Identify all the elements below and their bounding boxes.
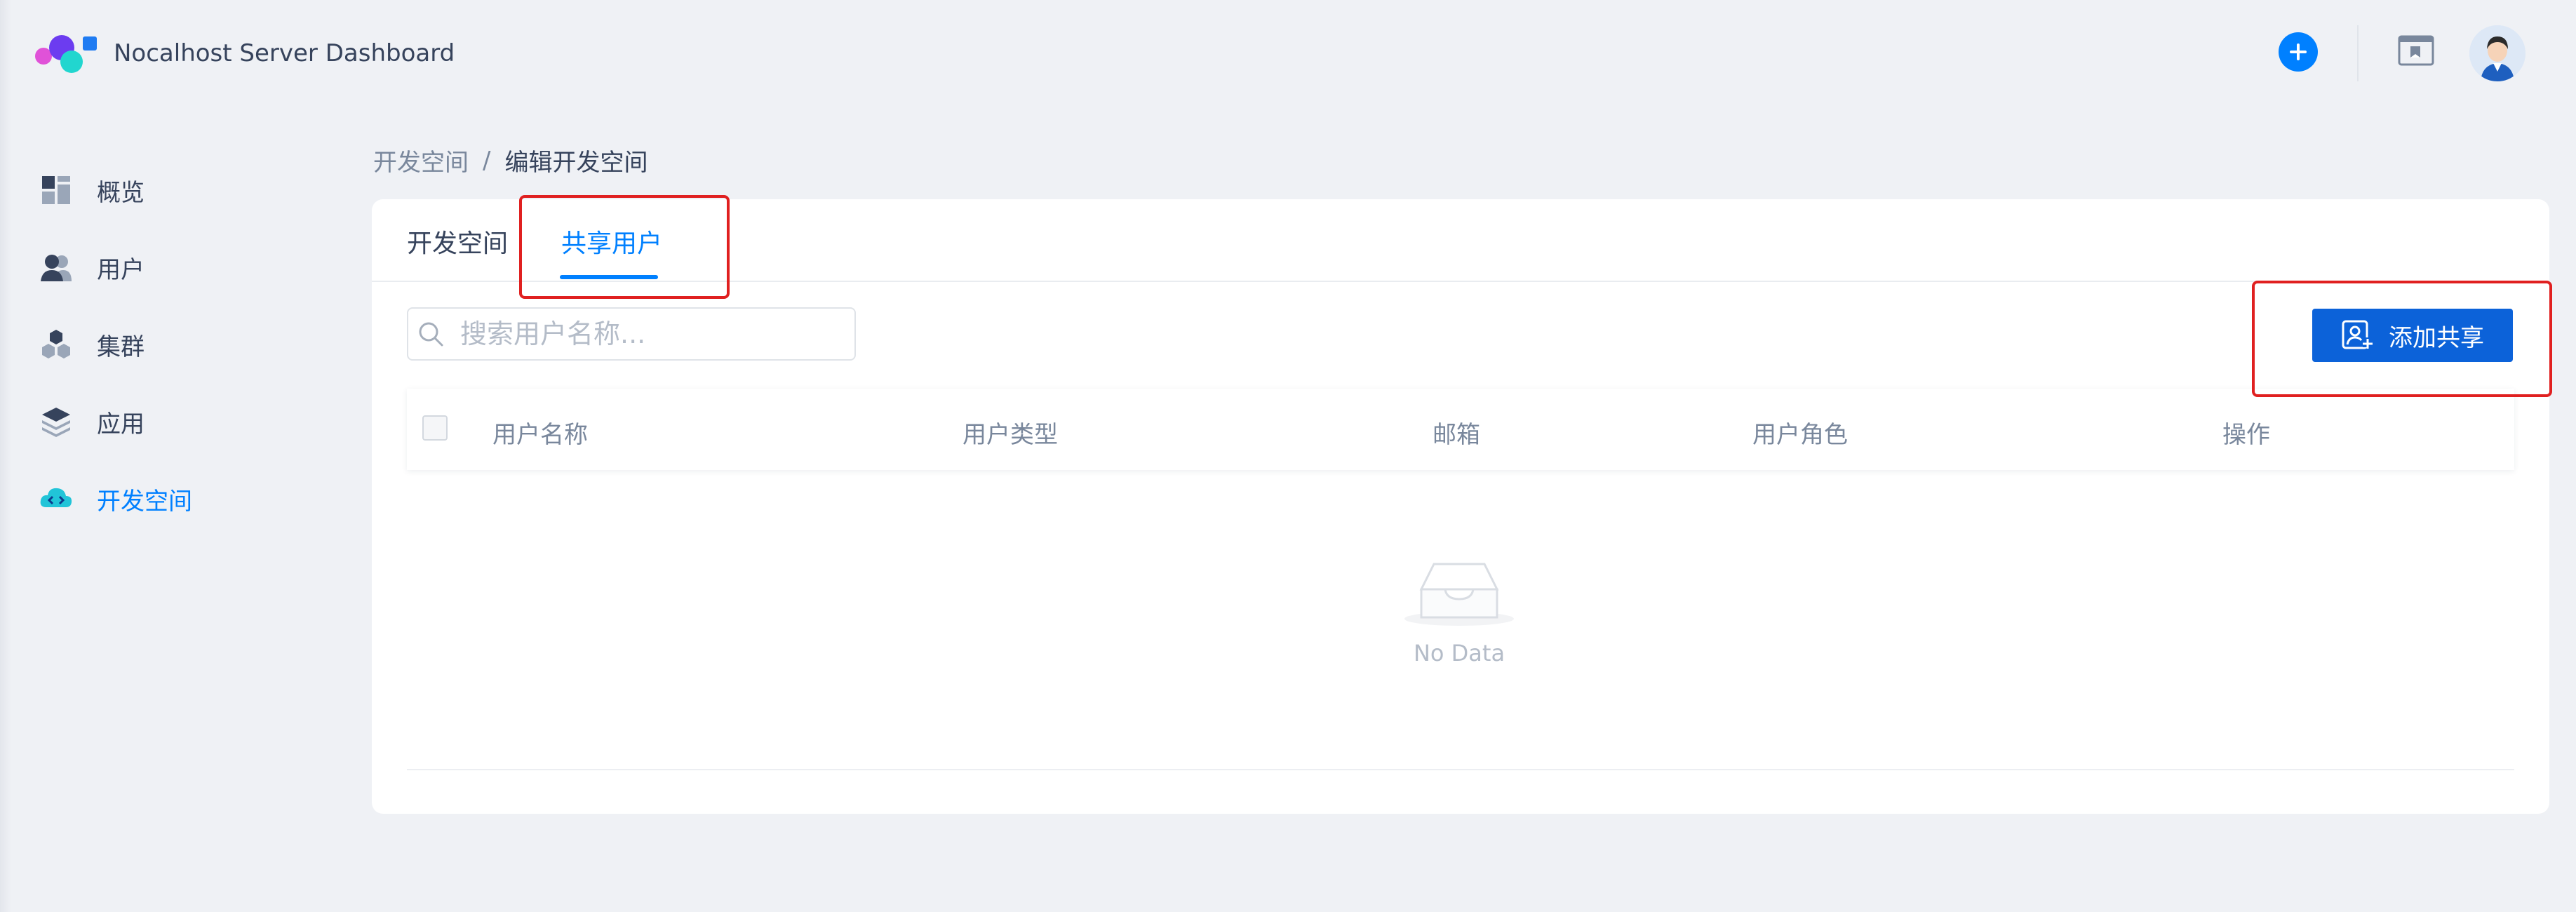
add-share-button[interactable]: 添加共享 xyxy=(2312,309,2513,362)
user-avatar-icon[interactable] xyxy=(2469,25,2525,81)
tab-shared-users[interactable]: 共享用户 xyxy=(561,223,662,260)
users-icon xyxy=(39,250,73,284)
select-all-checkbox[interactable] xyxy=(422,415,448,441)
sidebar-item-label: 开发空间 xyxy=(97,487,192,516)
sidebar-item-clusters[interactable]: 集群 xyxy=(39,306,334,383)
left-edge-shade xyxy=(0,0,11,912)
sidebar-item-label: 集群 xyxy=(97,333,145,361)
empty-inbox-icon xyxy=(1403,554,1515,627)
dashboard-grid-icon xyxy=(39,173,73,207)
column-header-user-role[interactable]: 用户角色 xyxy=(1752,415,1848,450)
sidebar-item-label: 概览 xyxy=(97,178,145,207)
table-bottom-divider xyxy=(407,769,2514,770)
browser-window-icon[interactable] xyxy=(2396,31,2436,70)
column-header-user-type[interactable]: 用户类型 xyxy=(962,415,1058,450)
sidebar-item-applications[interactable]: 应用 xyxy=(39,383,334,460)
column-header-username[interactable]: 用户名称 xyxy=(492,415,588,450)
cloud-code-icon xyxy=(39,482,73,516)
layers-icon xyxy=(39,405,73,438)
sidebar-nav: 概览 用户 集群 应用 开发空间 xyxy=(39,152,334,537)
sidebar-item-overview[interactable]: 概览 xyxy=(39,152,334,229)
column-header-email[interactable]: 邮箱 xyxy=(1433,415,1480,450)
breadcrumb: 开发空间 / 编辑开发空间 xyxy=(373,143,648,177)
breadcrumb-current: 编辑开发空间 xyxy=(504,149,648,177)
add-share-label: 添加共享 xyxy=(2389,323,2484,352)
cluster-icon xyxy=(39,328,73,361)
active-tab-indicator xyxy=(560,275,658,279)
empty-state-text: No Data xyxy=(1413,640,1505,666)
content-card: 开发空间 共享用户 添加共享 用户名称 用户类型 xyxy=(372,199,2549,814)
empty-state: No Data xyxy=(1389,554,1529,666)
add-user-icon xyxy=(2341,319,2373,351)
app-title: Nocalhost Server Dashboard xyxy=(114,39,455,67)
tab-dev-space[interactable]: 开发空间 xyxy=(407,223,508,260)
sidebar-item-dev-space[interactable]: 开发空间 xyxy=(39,460,334,537)
plus-circle-icon[interactable] xyxy=(2279,32,2318,72)
header-divider xyxy=(2357,25,2359,81)
nocalhost-logo xyxy=(34,31,98,76)
table-header: 用户名称 用户类型 邮箱 用户角色 操作 xyxy=(407,389,2514,470)
sidebar-item-users[interactable]: 用户 xyxy=(39,229,334,306)
tab-bar: 开发空间 共享用户 xyxy=(372,199,2549,282)
breadcrumb-parent-link[interactable]: 开发空间 xyxy=(373,143,469,177)
search-input[interactable] xyxy=(459,318,854,350)
breadcrumb-separator: / xyxy=(483,146,491,175)
column-header-actions: 操作 xyxy=(2222,421,2270,449)
search-icon xyxy=(417,320,445,348)
sidebar-item-label: 用户 xyxy=(97,255,145,284)
search-box xyxy=(407,307,856,361)
sidebar-item-label: 应用 xyxy=(97,410,145,438)
